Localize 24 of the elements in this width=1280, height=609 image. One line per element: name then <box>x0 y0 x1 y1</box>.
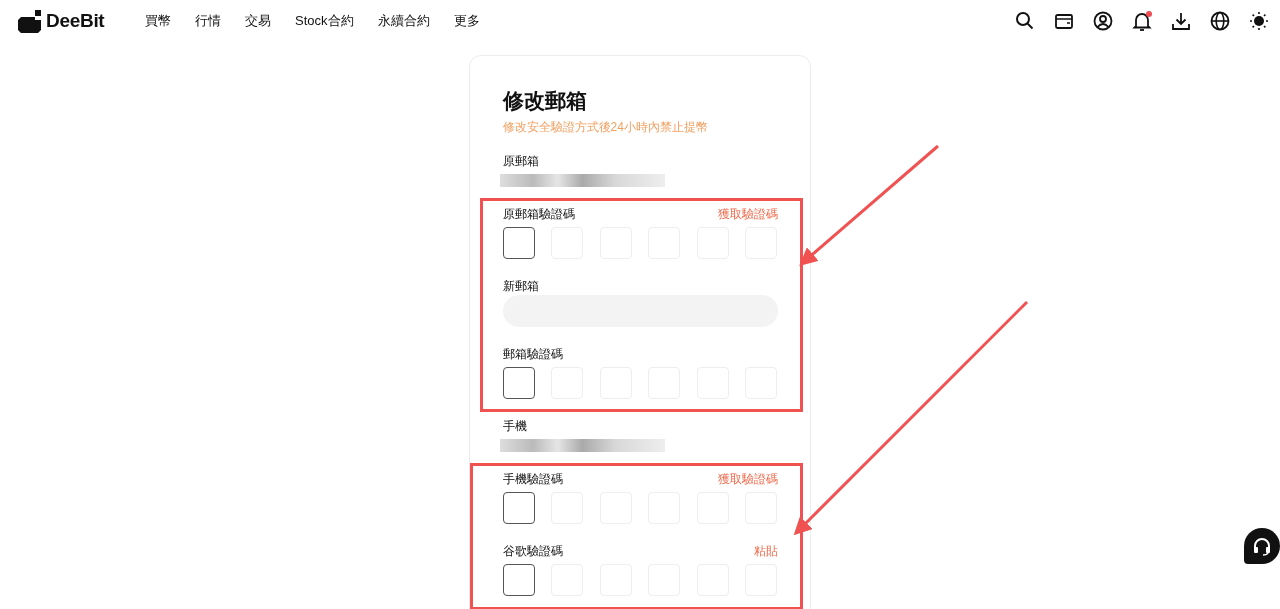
field-label: 新郵箱 <box>502 279 539 293</box>
field-label: 原郵箱驗證碼 <box>502 207 575 221</box>
field-label: 谷歌驗證碼 <box>502 544 563 558</box>
nav-link[interactable]: 行情 <box>195 12 221 30</box>
page-title: 修改郵箱 <box>502 88 588 114</box>
code-digit-field[interactable] <box>502 227 535 259</box>
support-button[interactable] <box>1244 528 1280 564</box>
field-label: 原郵箱 <box>502 154 539 168</box>
field-label: 手機 <box>502 419 527 433</box>
nav-link[interactable]: 更多 <box>453 12 480 30</box>
nav-link[interactable]: 永續合約 <box>377 12 430 30</box>
headset-icon <box>1251 535 1273 557</box>
code-digit-field[interactable] <box>502 492 535 524</box>
nav-link[interactable]: Stock合約 <box>295 12 354 30</box>
field-label: 手機驗證碼 <box>502 472 563 486</box>
nav-link[interactable]: 交易 <box>245 12 271 30</box>
code-digit-field[interactable] <box>502 564 535 596</box>
code-digit-field[interactable] <box>502 367 535 399</box>
field-label: 郵箱驗證碼 <box>502 347 563 361</box>
logo[interactable]: DeeBit <box>18 9 145 33</box>
logo-icon <box>18 9 42 33</box>
warning-text: 修改安全驗證方式後24小時內禁止提幣 <box>502 120 709 134</box>
nav-link[interactable]: 買幣 <box>145 12 171 30</box>
notification-dot <box>1146 11 1152 17</box>
